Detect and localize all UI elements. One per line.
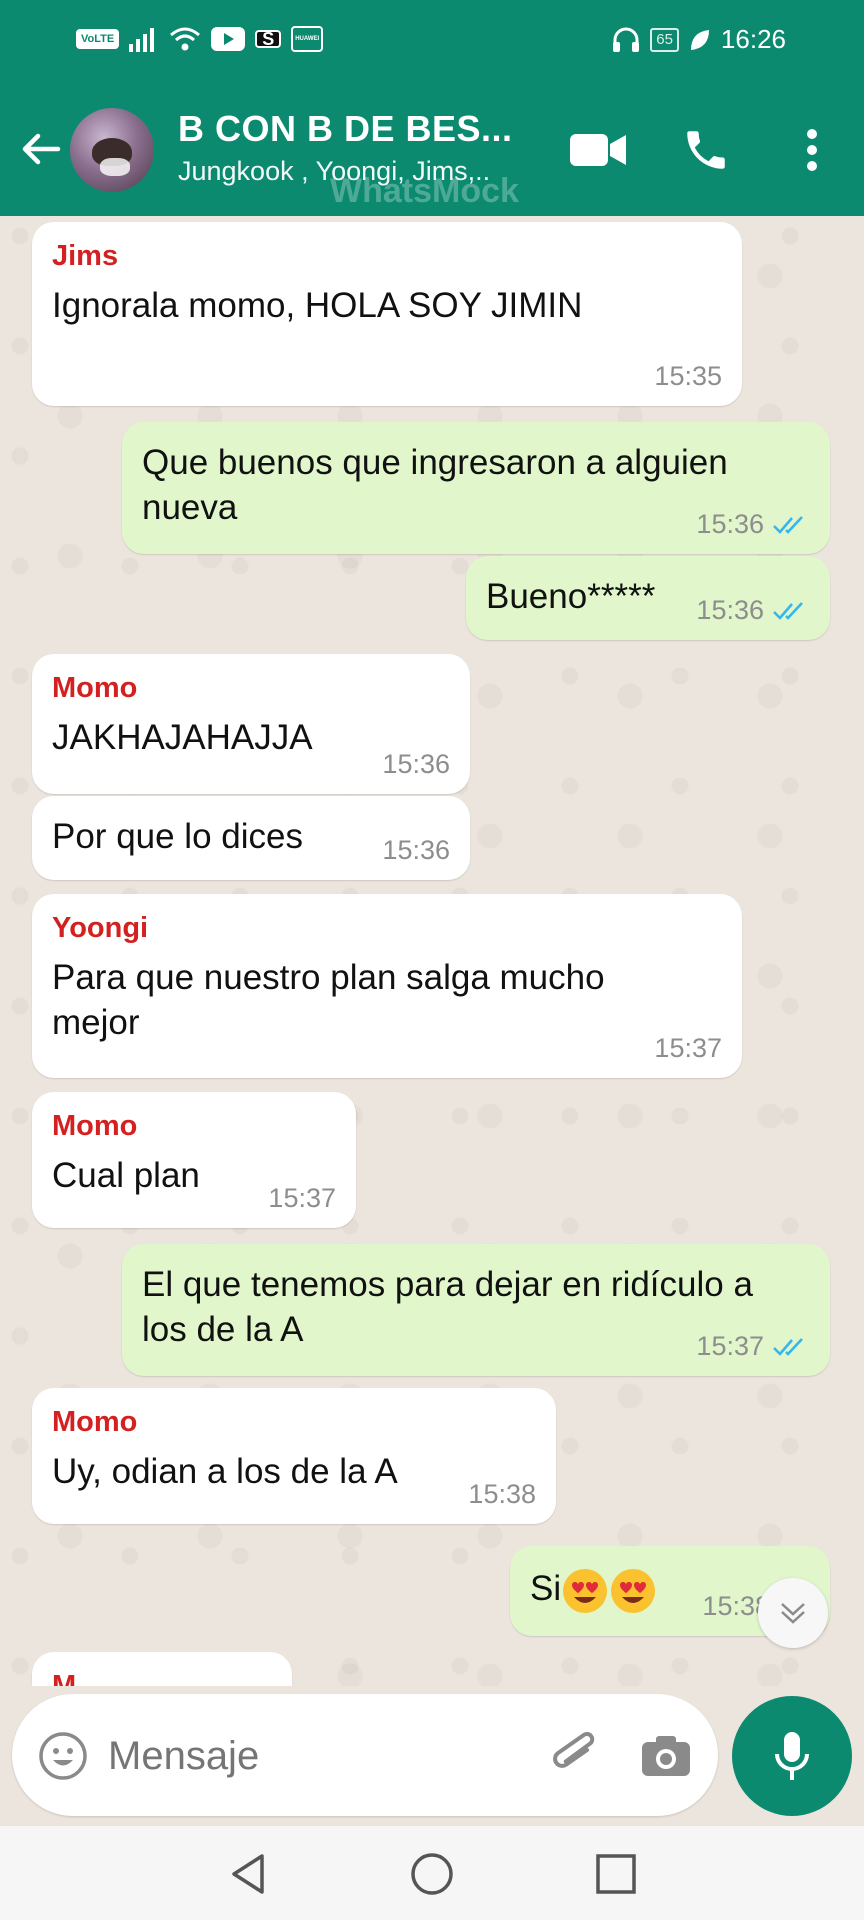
youtube-icon	[211, 27, 246, 51]
message-bubble[interactable]: Que buenos que ingresaron a alguien nuev…	[122, 422, 830, 554]
scroll-to-bottom-button[interactable]	[758, 1578, 828, 1648]
read-ticks-icon	[773, 515, 803, 534]
message-meta: 15:36	[696, 595, 810, 626]
message-time: 15:36	[382, 835, 450, 865]
camera-icon[interactable]	[638, 1728, 694, 1784]
heart-eyes-emoji-icon	[611, 1568, 656, 1613]
message-text: Ignorala momo, HOLA SOY JIMIN	[52, 286, 583, 325]
message-bubble[interactable]: Momo JAKHAJAHAJJA 15:36	[32, 654, 470, 794]
message-time: 15:37	[654, 1033, 722, 1063]
read-ticks-icon	[773, 601, 803, 620]
message-bubble[interactable]: El que tenemos para dejar en ridículo a …	[122, 1244, 830, 1376]
message-bubble[interactable]: Momo Cual plan 15:37	[32, 1092, 356, 1228]
more-options-button[interactable]	[782, 120, 842, 180]
heart-eyes-emoji-icon	[563, 1568, 608, 1613]
message-text: Uy, odian a los de la A	[52, 1452, 398, 1491]
chat-header: B CON B DE BES... Jungkook , Yoongi, Jim…	[0, 84, 864, 216]
message-meta: 15:35	[654, 361, 722, 392]
group-avatar[interactable]	[70, 108, 154, 192]
watermark: WhatsMock	[330, 172, 519, 210]
message-meta: 15:36	[696, 509, 810, 540]
emoji-icon[interactable]	[38, 1731, 88, 1781]
read-ticks-icon	[773, 1337, 803, 1356]
message-meta: 15:36	[382, 835, 450, 866]
huawei-icon: HUAWEI	[291, 26, 324, 52]
message-meta: 15:37	[696, 1331, 810, 1362]
message-time: 15:36	[696, 595, 764, 625]
system-navigation-bar	[0, 1826, 864, 1920]
message-composer	[12, 1694, 718, 1816]
voice-call-button[interactable]	[676, 120, 736, 180]
message-text: Para que nuestro plan salga mucho mejor	[52, 958, 605, 1042]
battery-indicator: 65	[650, 27, 679, 52]
microphone-icon	[775, 1732, 809, 1780]
paperclip-icon[interactable]	[546, 1726, 604, 1784]
message-meta: 15:37	[654, 1033, 722, 1064]
nav-recents-icon[interactable]	[590, 1848, 642, 1900]
volte-icon: VoLTE	[76, 29, 120, 49]
message-time: 15:37	[696, 1331, 764, 1361]
kebab-menu-icon	[807, 129, 817, 171]
message-time: 15:37	[268, 1183, 336, 1213]
message-bubble[interactable]: Jims Ignorala momo, HOLA SOY JIMIN 15:35	[32, 222, 742, 406]
voice-message-button[interactable]	[732, 1696, 852, 1816]
signal-icon	[129, 28, 155, 52]
clock: 16:26	[720, 24, 786, 54]
message-meta: 15:37	[268, 1183, 336, 1214]
phone-icon	[687, 131, 725, 169]
message-bubble[interactable]: Momo Uy, odian a los de la A 15:38	[32, 1388, 556, 1524]
status-icons-right: 65 16:26	[612, 24, 786, 55]
message-time: 15:35	[654, 361, 722, 391]
sender-name: Momo	[52, 672, 138, 704]
video-camera-icon	[570, 134, 626, 166]
message-bubble[interactable]: M	[32, 1652, 292, 1686]
status-bar: VoLTE S HUAWEI 65 16:26	[0, 0, 864, 84]
sender-name: Momo	[52, 1406, 138, 1438]
status-icons-left: VoLTE S HUAWEI	[76, 26, 324, 52]
message-bubble[interactable]: Por que lo dices 15:36	[32, 796, 470, 880]
message-text-content: Si	[530, 1569, 562, 1608]
leaf-icon	[690, 29, 709, 50]
nav-home-icon[interactable]	[406, 1848, 458, 1900]
app-s-icon: S	[255, 30, 282, 48]
sender-name: M	[52, 1670, 77, 1686]
message-meta: 15:38	[468, 1479, 536, 1510]
double-chevron-down-icon	[781, 1603, 805, 1624]
message-list[interactable]: Jims Ignorala momo, HOLA SOY JIMIN 15:35…	[0, 216, 864, 1686]
chat-title[interactable]: B CON B DE BES...	[178, 108, 513, 150]
sender-name: Momo	[52, 1110, 138, 1142]
headphones-icon	[613, 27, 640, 52]
message-time: 15:36	[696, 509, 764, 539]
message-bubble[interactable]: Bueno***** 15:36	[466, 556, 830, 640]
message-bubble[interactable]: Yoongi Para que nuestro plan salga mucho…	[32, 894, 742, 1078]
message-time: 15:36	[382, 749, 450, 779]
sender-name: Jims	[52, 240, 119, 272]
video-call-button[interactable]	[568, 120, 628, 180]
nav-back-icon[interactable]	[222, 1848, 274, 1900]
wifi-icon	[170, 27, 201, 51]
back-arrow-icon[interactable]	[18, 126, 64, 172]
sender-name: Yoongi	[52, 912, 149, 944]
message-input[interactable]	[106, 1724, 530, 1788]
message-meta: 15:36	[382, 749, 450, 780]
message-time: 15:38	[468, 1479, 536, 1509]
